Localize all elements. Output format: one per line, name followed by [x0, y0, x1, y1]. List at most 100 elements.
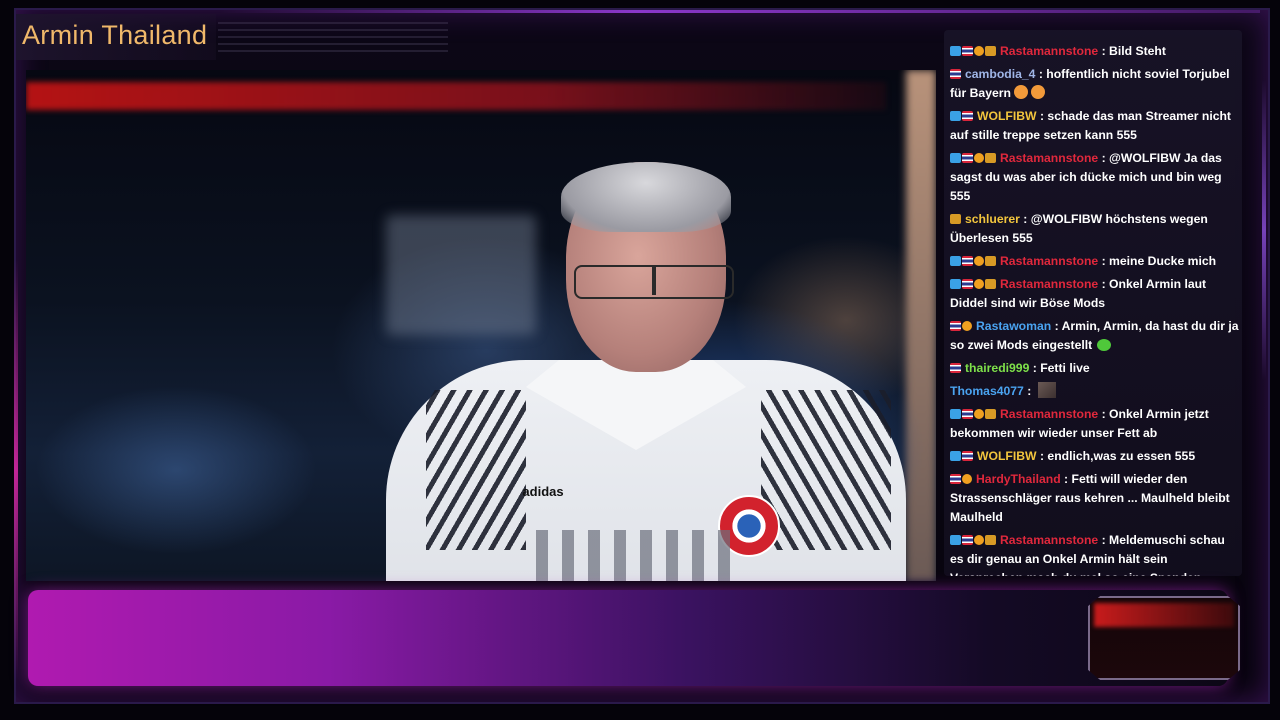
- prime-badge-icon: [950, 409, 961, 419]
- chat-username[interactable]: Rastamannstone: [1000, 533, 1098, 547]
- chat-text: meine Ducke mich: [1109, 254, 1217, 268]
- chat-message: Rastamannstone : Meldemuschi schau es di…: [950, 531, 1240, 576]
- emoji-icon: [1013, 85, 1028, 99]
- chat-text: endlich,was zu essen 555: [1047, 449, 1196, 463]
- chat-username[interactable]: Rastamannstone: [1000, 407, 1098, 421]
- chat-message-list: Rastamannstone : Bild Steht cambodia_4 : …: [950, 42, 1240, 576]
- chat-username[interactable]: cambodia_4: [965, 67, 1035, 81]
- sub-badge-icon: [974, 153, 984, 163]
- sub-badge-icon: [974, 535, 984, 545]
- chat-username[interactable]: Thomas4077: [950, 384, 1024, 398]
- background-red-light: [26, 82, 886, 110]
- vip-badge-icon: [985, 256, 996, 266]
- chat-username[interactable]: Rastamannstone: [1000, 254, 1098, 268]
- flag-badge-icon: [962, 279, 973, 289]
- flag-badge-icon: [962, 111, 973, 121]
- emote-image-icon: [1037, 382, 1056, 398]
- prime-badge-icon: [950, 279, 961, 289]
- adidas-logo-text: adidas: [522, 484, 564, 499]
- frame-top-accent: [220, 10, 1260, 13]
- chat-message: Rastamannstone : @WOLFIBW Ja das sagst d…: [950, 149, 1240, 206]
- chat-separator: :: [1098, 254, 1110, 268]
- chat-message: Rastamannstone : Onkel Armin laut Diddel…: [950, 275, 1240, 313]
- flag-badge-icon: [950, 321, 961, 331]
- chat-separator: :: [1035, 67, 1047, 81]
- chat-username[interactable]: WOLFIBW: [977, 109, 1037, 123]
- prime-badge-icon: [950, 46, 961, 56]
- chat-badges: [950, 212, 962, 226]
- flag-badge-icon: [962, 451, 973, 461]
- vip-badge-icon: [985, 153, 996, 163]
- title-decoration: [218, 22, 448, 52]
- chat-separator: :: [1060, 472, 1072, 486]
- frame-glow-left: [14, 260, 18, 680]
- flag-badge-icon: [950, 69, 961, 79]
- chat-username[interactable]: thairedi999: [965, 361, 1029, 375]
- frame-glow-right: [1262, 80, 1266, 380]
- chat-separator: :: [1023, 384, 1035, 398]
- sub-badge-icon: [962, 321, 972, 331]
- chat-username[interactable]: Rastawoman: [976, 319, 1051, 333]
- sub-badge-icon: [974, 46, 984, 56]
- flag-badge-icon: [950, 474, 961, 484]
- sub-badge-icon: [974, 409, 984, 419]
- flag-badge-icon: [962, 409, 973, 419]
- chat-message: Rastamannstone : meine Ducke mich: [950, 252, 1240, 271]
- chat-badges: [950, 407, 997, 421]
- shirt-stripes-right: [761, 390, 891, 550]
- mini-preview-light: [1094, 603, 1234, 627]
- chat-message: Rastawoman : Armin, Armin, da hast du di…: [950, 317, 1240, 355]
- prime-badge-icon: [950, 153, 961, 163]
- emote-icon: [1097, 339, 1112, 351]
- chat-username[interactable]: Rastamannstone: [1000, 44, 1098, 58]
- chat-username[interactable]: HardyThailand: [976, 472, 1061, 486]
- chat-separator: :: [1019, 212, 1031, 226]
- chat-separator: :: [1029, 361, 1041, 375]
- flag-badge-icon: [962, 153, 973, 163]
- shirt-stripes-left: [426, 390, 526, 550]
- chat-text: Bild Steht: [1109, 44, 1166, 58]
- sub-badge-icon: [974, 256, 984, 266]
- chat-badges: [950, 319, 973, 333]
- chat-separator: :: [1036, 449, 1048, 463]
- prime-badge-icon: [950, 535, 961, 545]
- chat-badges: [950, 67, 962, 81]
- webcam-video: adidas: [26, 70, 936, 581]
- prime-badge-icon: [950, 451, 961, 461]
- vip-badge-icon: [950, 214, 961, 224]
- background-monitor: [386, 215, 536, 335]
- prime-badge-icon: [950, 256, 961, 266]
- chat-separator: :: [1098, 533, 1110, 547]
- chat-panel[interactable]: Rastamannstone : Bild Steht cambodia_4 : …: [944, 30, 1242, 576]
- flag-badge-icon: [962, 46, 973, 56]
- chat-badges: [950, 533, 997, 547]
- chat-badges: [950, 472, 973, 486]
- vip-badge-icon: [985, 409, 996, 419]
- chat-badges: [950, 449, 974, 463]
- chat-separator: :: [1098, 277, 1110, 291]
- glasses: [574, 265, 734, 299]
- sub-badge-icon: [974, 279, 984, 289]
- chat-badges: [950, 109, 974, 123]
- chat-message: WOLFIBW : schade das man Streamer nicht …: [950, 107, 1240, 145]
- chat-badges: [950, 44, 997, 58]
- chat-separator: :: [1036, 109, 1048, 123]
- chat-message: schluerer : @WOLFIBW höchstens wegen Übe…: [950, 210, 1240, 248]
- chat-username[interactable]: WOLFIBW: [977, 449, 1037, 463]
- vip-badge-icon: [985, 535, 996, 545]
- chat-badges: [950, 361, 962, 375]
- chat-username[interactable]: schluerer: [965, 212, 1020, 226]
- flag-badge-icon: [962, 256, 973, 266]
- adidas-logo: adidas: [518, 485, 568, 513]
- chat-text: Fetti live: [1040, 361, 1090, 375]
- streamer-hair: [561, 162, 731, 232]
- chat-username[interactable]: Rastamannstone: [1000, 277, 1098, 291]
- chat-separator: :: [1098, 151, 1110, 165]
- chat-badges: [950, 277, 997, 291]
- flag-badge-icon: [962, 535, 973, 545]
- chat-separator: :: [1051, 319, 1062, 333]
- chat-message: HardyThailand : Fetti will wieder den St…: [950, 470, 1240, 527]
- chat-message: cambodia_4 : hoffentlich nicht soviel To…: [950, 65, 1240, 103]
- chat-username[interactable]: Rastamannstone: [1000, 151, 1098, 165]
- channel-title: Armin Thailand: [22, 20, 208, 50]
